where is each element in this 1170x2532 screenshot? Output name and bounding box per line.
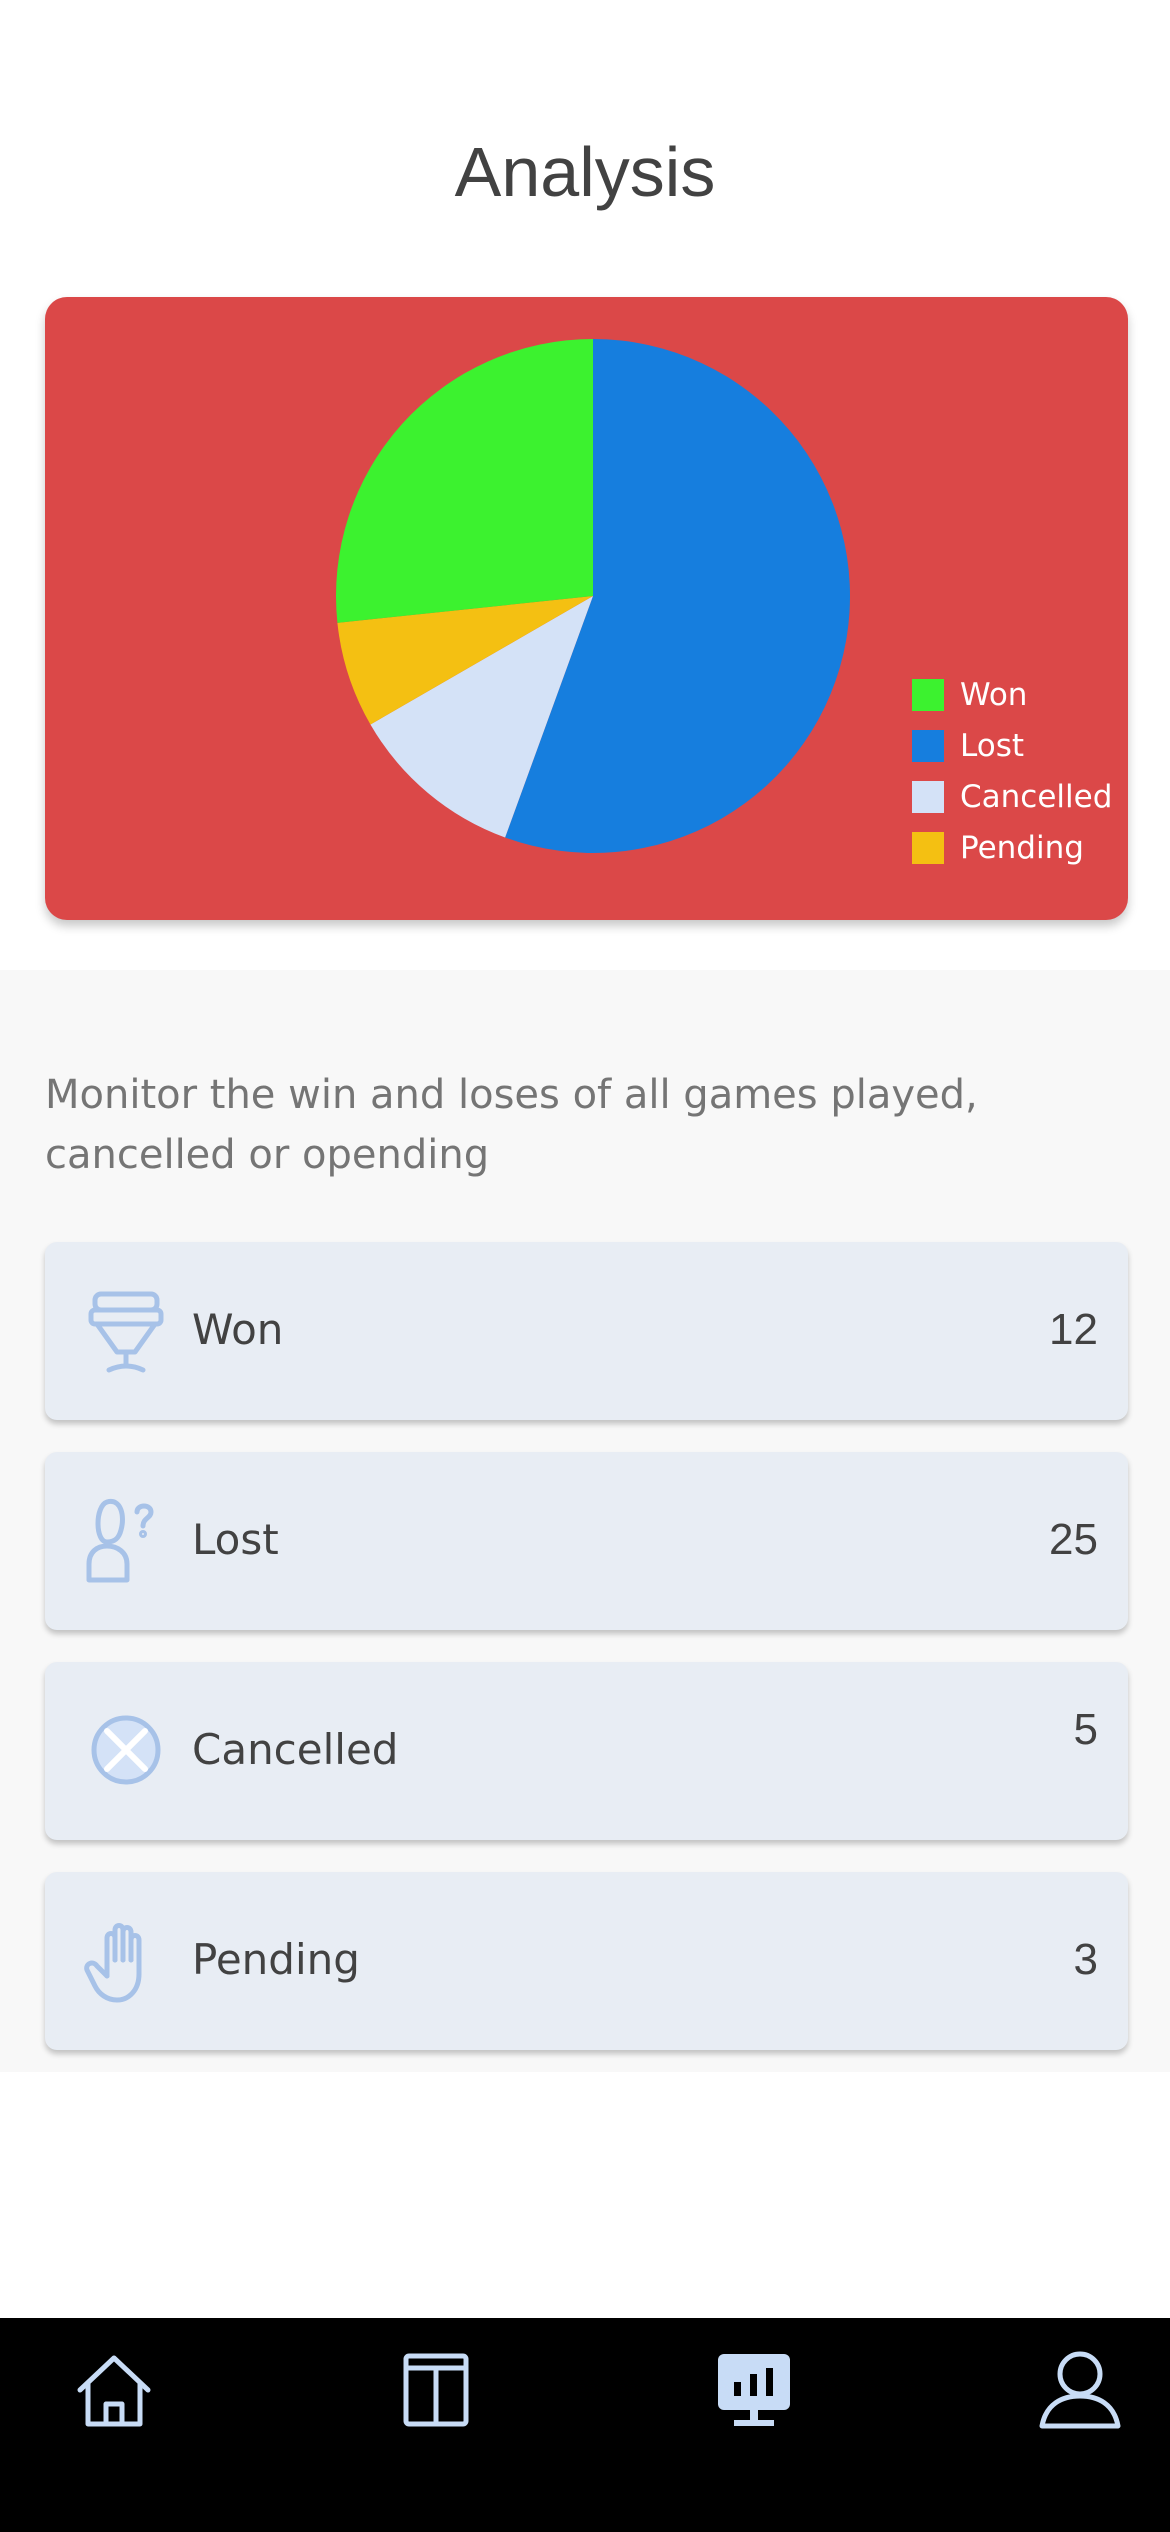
legend-label-pending: Pending	[960, 829, 1084, 866]
stat-value-pending: 3	[1073, 1935, 1098, 1984]
chart-icon	[718, 2354, 790, 2426]
pie-slice-won	[336, 339, 593, 623]
stat-value-lost: 25	[1049, 1515, 1098, 1564]
nav-home[interactable]	[64, 2340, 164, 2440]
legend-item-cancelled: Cancelled	[912, 771, 1112, 822]
stat-card-won[interactable]: Won 12	[45, 1242, 1128, 1420]
section-description: Monitor the win and loses of all games p…	[45, 1072, 978, 1178]
page-title: Analysis	[454, 133, 716, 211]
stat-label-lost: Lost	[192, 1515, 279, 1564]
stat-value-cancelled: 5	[1073, 1705, 1098, 1754]
stat-card-pending[interactable]: Pending 3	[45, 1872, 1128, 2050]
legend-item-won: Won	[912, 669, 1112, 720]
stat-label-won: Won	[192, 1305, 284, 1354]
legend-swatch-won	[912, 678, 944, 711]
cancel-circle-icon	[91, 1715, 161, 1785]
legend-item-pending: Pending	[912, 822, 1112, 873]
pie-chart-card: Won Lost Cancelled Pending	[45, 297, 1128, 920]
home-icon	[77, 2355, 151, 2427]
nav-profile[interactable]	[1030, 2340, 1130, 2440]
legend-swatch-cancelled	[912, 780, 944, 813]
legend-item-lost: Lost	[912, 720, 1112, 771]
stat-card-cancelled[interactable]: Cancelled 5	[45, 1662, 1128, 1840]
stat-label-cancelled: Cancelled	[192, 1725, 399, 1774]
user-icon	[1039, 2351, 1121, 2429]
person-question-icon	[86, 1498, 154, 1583]
legend-swatch-pending	[912, 831, 944, 864]
hand-stop-icon	[84, 1923, 142, 2003]
trophy-icon	[88, 1291, 164, 1373]
stats-section: Monitor the win and loses of all games p…	[0, 970, 1170, 2072]
legend-swatch-lost	[912, 729, 944, 762]
legend-label-won: Won	[960, 676, 1028, 713]
nav-layout[interactable]	[386, 2340, 486, 2440]
stat-value-won: 12	[1049, 1305, 1098, 1354]
chart-legend: Won Lost Cancelled Pending	[912, 669, 1112, 873]
layout-icon	[403, 2353, 469, 2427]
stat-card-lost[interactable]: Lost 25	[45, 1452, 1128, 1630]
legend-label-cancelled: Cancelled	[960, 778, 1113, 815]
stat-label-pending: Pending	[192, 1935, 360, 1984]
legend-label-lost: Lost	[960, 727, 1024, 764]
bottom-nav	[0, 2318, 1170, 2532]
nav-analysis[interactable]	[704, 2340, 804, 2440]
